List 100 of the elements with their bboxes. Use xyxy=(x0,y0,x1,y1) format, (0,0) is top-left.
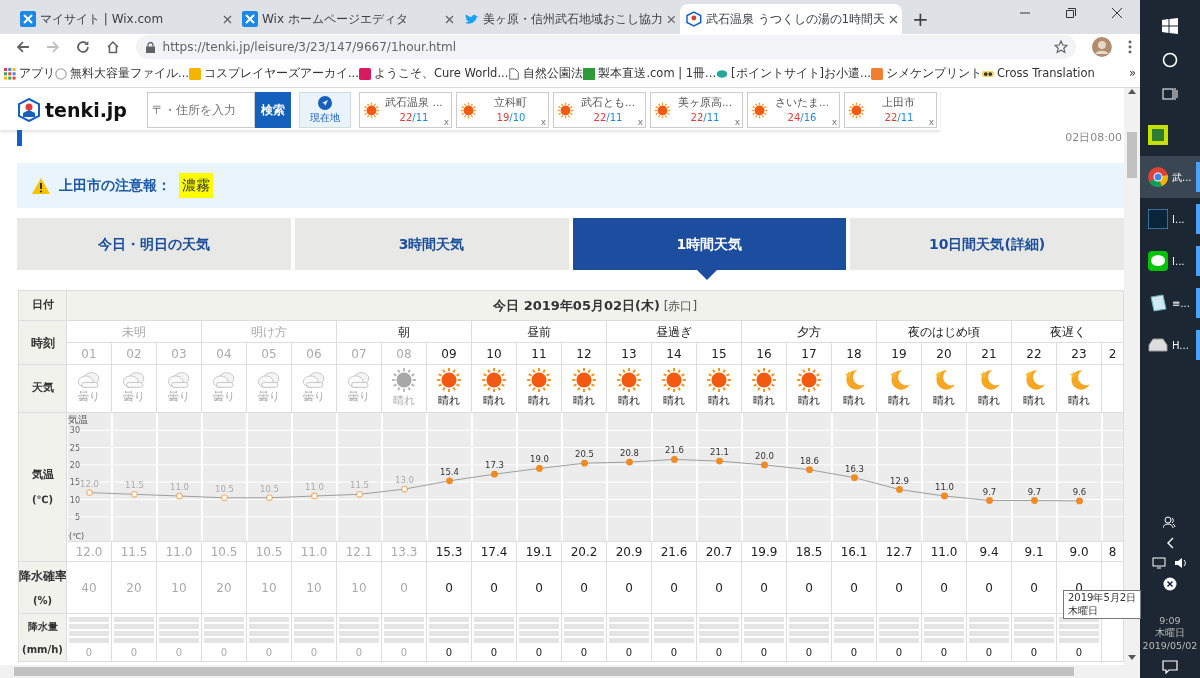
precipitation-amount: 0 xyxy=(220,647,228,658)
precipitation-amount: 0 xyxy=(940,647,948,658)
hour-label: 15 xyxy=(711,346,727,361)
weather-label: 晴れ xyxy=(618,393,640,410)
hour-label: 03 xyxy=(171,346,187,361)
weather-label: 晴れ xyxy=(663,393,685,410)
data-label: 9.7 xyxy=(1027,486,1042,497)
temperature-value: 9.0 xyxy=(1069,544,1089,559)
temperature-value: 8 xyxy=(1108,544,1117,559)
low-temp: /11 xyxy=(897,111,914,126)
place-name: さいたま... xyxy=(774,94,829,110)
period-label: 朝 xyxy=(398,324,410,339)
alert-label: 上田市の注意報： xyxy=(59,176,171,195)
precipitation-chance: 40 xyxy=(81,580,97,595)
place-name: 上田市 xyxy=(882,94,916,110)
precipitation-chance: 0 xyxy=(895,580,903,595)
data-label: 16.3 xyxy=(845,463,864,474)
precipitation-chance: 0 xyxy=(490,580,498,595)
weather-label: 晴れ xyxy=(978,393,1000,410)
unit-label: (mm/h) xyxy=(22,642,63,657)
hour-label: 14 xyxy=(666,346,682,361)
precipitation-amount: 0 xyxy=(625,647,633,658)
high-temp: 22 xyxy=(399,111,413,126)
precipitation-amount: 0 xyxy=(670,647,678,658)
precipitation-chance: 10 xyxy=(351,580,367,595)
data-label: 17.3 xyxy=(485,460,504,471)
row-label: 日付 xyxy=(31,298,54,312)
logo-text: tenki.jp xyxy=(45,97,127,123)
axis-tick-label: 30 xyxy=(69,426,80,436)
temperature-value: 9.4 xyxy=(979,544,999,559)
precipitation-chance: 0 xyxy=(850,580,858,595)
place-name: 武石とも... xyxy=(580,94,635,110)
precipitation-amount: 0 xyxy=(175,647,183,658)
hour-label: 23 xyxy=(1071,346,1087,361)
axis-unit: (℃) xyxy=(69,532,85,541)
hour-label: 07 xyxy=(351,346,367,361)
hour-label: 13 xyxy=(621,346,637,361)
data-label: 18.6 xyxy=(800,455,819,466)
precipitation-amount: 0 xyxy=(760,647,768,658)
period-label: 未明 xyxy=(122,324,146,339)
precipitation-chance: 20 xyxy=(216,580,232,595)
precipitation-chance: 0 xyxy=(580,580,588,595)
data-label: 10.5 xyxy=(260,483,279,494)
hour-label: 16 xyxy=(756,346,772,361)
temperature-value: 12.1 xyxy=(345,544,373,559)
period-label: 昼過ぎ xyxy=(656,324,692,339)
data-label: 19.0 xyxy=(530,454,549,465)
period-label: 昼前 xyxy=(527,324,551,339)
data-label: 20.8 xyxy=(620,448,639,459)
hour-label: 20 xyxy=(936,346,952,361)
hour-label: 22 xyxy=(1026,346,1042,361)
precipitation-amount: 0 xyxy=(715,647,723,658)
precipitation-amount: 0 xyxy=(445,647,453,658)
precipitation-chance: 0 xyxy=(535,580,543,595)
row-label: 降水量 xyxy=(27,619,58,634)
data-label: 10.5 xyxy=(215,483,234,494)
temperature-value: 11.0 xyxy=(300,544,328,559)
weather-label: 晴れ xyxy=(1023,393,1045,410)
data-label: 21.6 xyxy=(665,445,684,456)
period-label: 夜のはじめ頃 xyxy=(908,324,980,339)
axis-tick-label: 20 xyxy=(69,460,80,470)
weather-label: 晴れ xyxy=(393,393,415,410)
weather-label: 晴れ xyxy=(708,393,730,410)
precipitation-chance: 0 xyxy=(805,580,813,595)
hour-label: 10 xyxy=(486,346,502,361)
precipitation-amount: 0 xyxy=(895,647,903,658)
precipitation-chance: 20 xyxy=(126,580,142,595)
axis-tick-label: 25 xyxy=(69,443,80,453)
temperature-value: 20.9 xyxy=(615,544,643,559)
hour-label: 06 xyxy=(306,346,322,361)
updated-time: 02日08:00 xyxy=(1065,130,1122,146)
precipitation-amount: 0 xyxy=(265,647,273,658)
low-temp: /11 xyxy=(703,111,720,126)
weather-label: 曇り xyxy=(348,389,370,406)
temperature-value: 13.3 xyxy=(390,544,418,559)
precipitation-chance: 0 xyxy=(760,580,768,595)
temperature-value: 9.1 xyxy=(1024,544,1044,559)
precipitation-chance: 10 xyxy=(306,580,322,595)
data-label: 21.1 xyxy=(710,447,729,458)
precipitation-chance: 0 xyxy=(670,580,678,595)
hour-label: 2 xyxy=(1108,346,1117,361)
data-label: 11.0 xyxy=(935,482,954,492)
data-label: 11.5 xyxy=(350,480,369,491)
weather-label: 晴れ xyxy=(753,393,775,410)
weather-label: 晴れ xyxy=(798,393,820,410)
low-temp: /10 xyxy=(509,111,526,126)
hour-label: 18 xyxy=(846,346,862,361)
temperature-value: 15.3 xyxy=(435,544,463,559)
data-label: 9.7 xyxy=(982,486,997,497)
high-temp: 24 xyxy=(787,111,801,126)
temperature-value: 11.0 xyxy=(165,544,193,559)
data-label: 11.0 xyxy=(305,482,324,492)
temperature-value: 17.4 xyxy=(480,544,508,559)
precipitation-chance: 0 xyxy=(400,580,408,595)
temperature-value: 19.9 xyxy=(750,544,778,559)
precipitation-chance: 10 xyxy=(261,580,277,595)
weather-label: 晴れ xyxy=(573,393,595,410)
precipitation-amount: 0 xyxy=(130,647,138,658)
temperature-value: 16.1 xyxy=(840,544,868,559)
hour-label: 08 xyxy=(396,346,412,361)
